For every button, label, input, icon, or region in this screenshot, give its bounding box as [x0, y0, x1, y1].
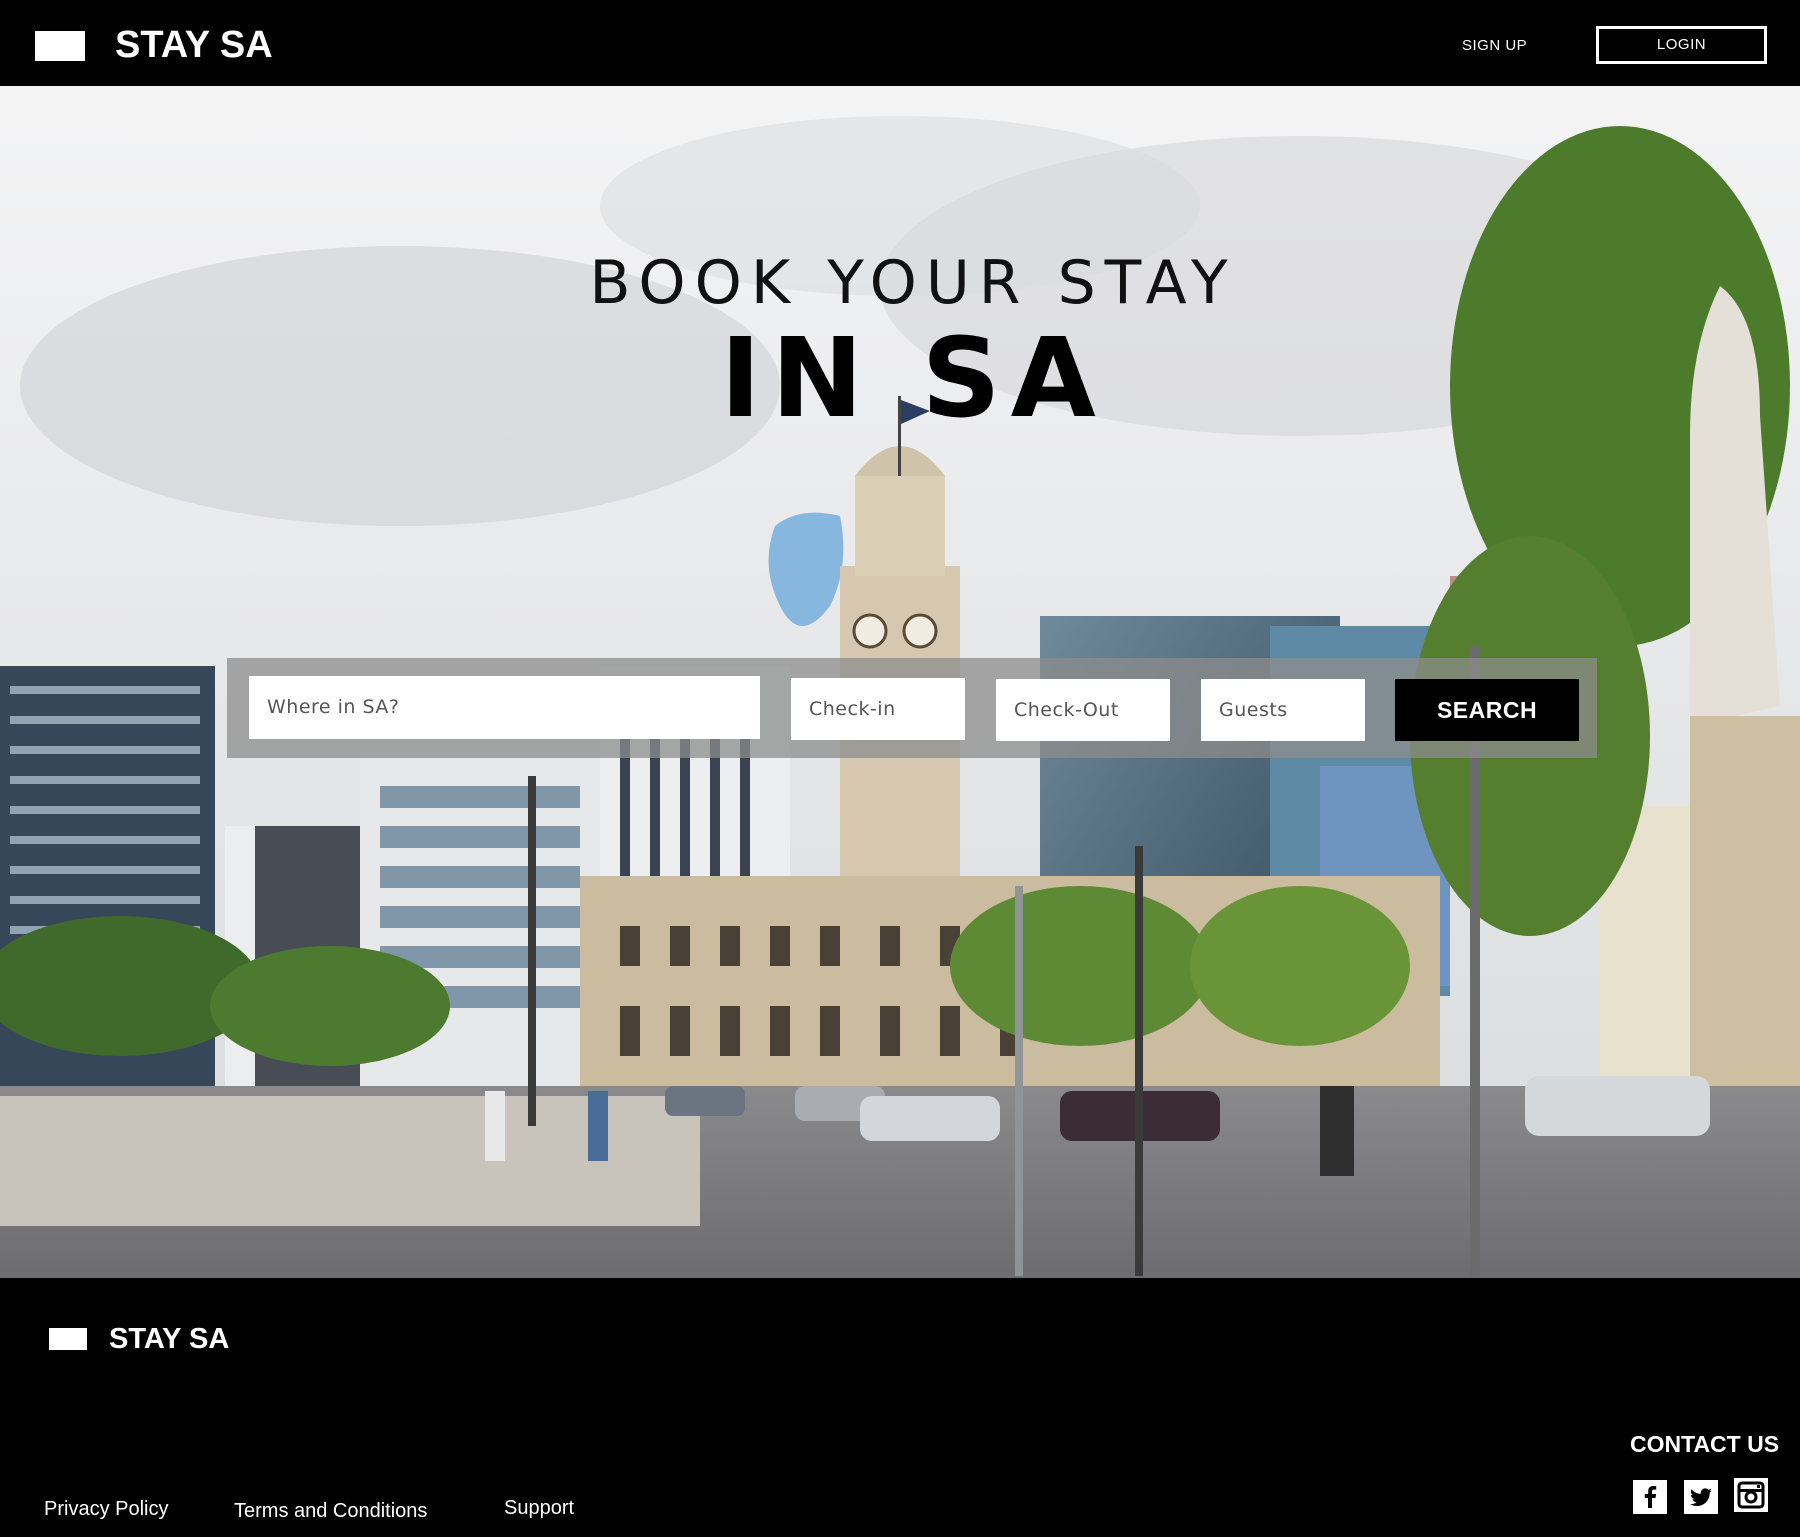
check-in-input[interactable]: Check-in [791, 678, 965, 740]
twitter-icon[interactable] [1684, 1480, 1718, 1514]
privacy-policy-link[interactable]: Privacy Policy [44, 1496, 168, 1522]
guests-input[interactable]: Guests [1201, 679, 1365, 741]
footer-logo-mark [49, 1328, 87, 1350]
top-nav: STAY SA SIGN UP LOGIN [0, 0, 1800, 86]
sign-up-link[interactable]: SIGN UP [1462, 36, 1527, 56]
footer-brand-name: STAY SA [109, 1323, 230, 1355]
terms-link[interactable]: Terms and Conditions [234, 1498, 427, 1524]
contact-us-heading: CONTACT US [1630, 1431, 1780, 1457]
logo-mark[interactable] [35, 31, 85, 61]
search-button[interactable]: SEARCH [1395, 679, 1579, 741]
instagram-icon[interactable] [1734, 1478, 1768, 1512]
brand-name[interactable]: STAY SA [115, 22, 273, 68]
check-out-input[interactable]: Check-Out [996, 679, 1170, 741]
facebook-icon[interactable] [1633, 1480, 1667, 1514]
hero-subheadline: IN SA [720, 314, 1106, 442]
login-button[interactable]: LOGIN [1596, 26, 1767, 64]
support-link[interactable]: Support [504, 1495, 574, 1521]
where-input[interactable]: Where in SA? [249, 676, 760, 739]
